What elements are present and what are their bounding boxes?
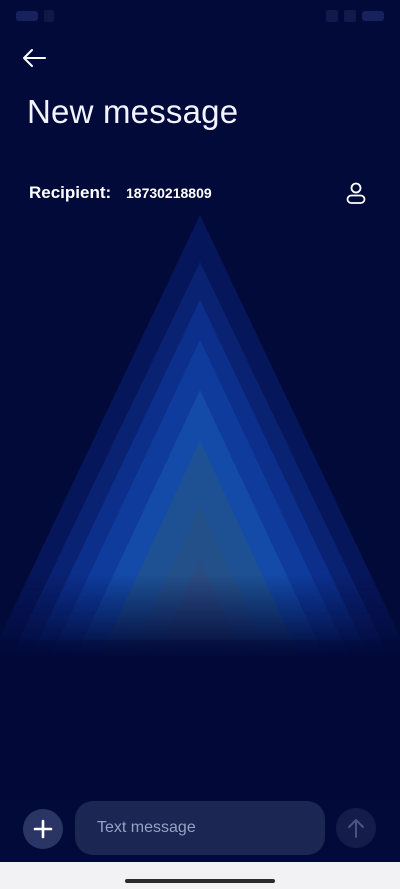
plus-icon bbox=[33, 819, 53, 839]
contact-picker-button[interactable] bbox=[344, 180, 368, 206]
status-battery-icon bbox=[362, 11, 384, 21]
system-navigation-bar bbox=[0, 862, 400, 889]
page-title: New message bbox=[27, 93, 239, 130]
arrow-left-icon bbox=[23, 49, 46, 67]
message-input[interactable] bbox=[75, 801, 325, 855]
recipient-row[interactable]: Recipient: 18730218809 bbox=[29, 180, 374, 208]
send-button[interactable] bbox=[336, 808, 376, 848]
recipient-number[interactable]: 18730218809 bbox=[126, 185, 212, 201]
status-bar-left bbox=[16, 10, 54, 22]
status-notification-icon bbox=[44, 10, 54, 22]
background-triangles-art bbox=[0, 215, 400, 800]
status-time-placeholder bbox=[16, 11, 38, 21]
arrow-up-icon bbox=[348, 819, 364, 838]
compose-bar bbox=[0, 800, 400, 856]
status-wifi-icon bbox=[326, 10, 338, 22]
back-button[interactable] bbox=[18, 44, 50, 72]
status-bar bbox=[0, 0, 400, 34]
recipient-label: Recipient: bbox=[29, 183, 112, 202]
new-message-screen: New message Recipient: 18730218809 bbox=[0, 0, 400, 889]
attach-button[interactable] bbox=[23, 809, 63, 849]
status-signal-icon bbox=[344, 10, 356, 22]
status-bar-right bbox=[326, 10, 384, 22]
person-icon bbox=[346, 182, 366, 204]
home-gesture-handle[interactable] bbox=[125, 879, 275, 883]
